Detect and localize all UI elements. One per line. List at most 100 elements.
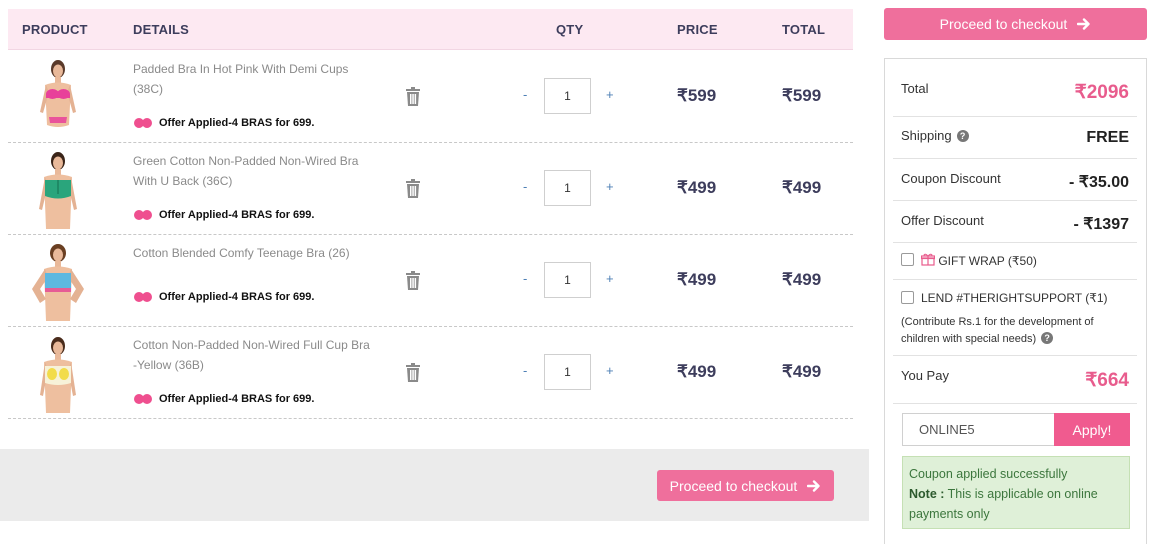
offer-dots-icon: [134, 394, 154, 404]
product-name[interactable]: Cotton Non-Padded Non-Wired Full Cup Bra…: [133, 335, 373, 375]
lend-note: (Contribute Rs.1 for the development of …: [901, 314, 1131, 348]
help-icon[interactable]: ?: [1041, 332, 1054, 344]
summary-shipping-row: Shipping? FREE: [893, 117, 1137, 159]
cart-row: Green Cotton Non-Padded Non-Wired Bra Wi…: [8, 143, 853, 235]
qty-decrease-button[interactable]: -: [523, 271, 527, 286]
gift-wrap-label-wrap[interactable]: GIFT WRAP (₹50): [920, 253, 1037, 268]
cart-row: Cotton Non-Padded Non-Wired Full Cup Bra…: [8, 327, 853, 419]
apply-coupon-button[interactable]: Apply!: [1054, 413, 1130, 446]
header-product: PRODUCT: [22, 22, 88, 37]
coupon-note: Note : This is applicable on online paym…: [909, 484, 1123, 524]
gift-wrap-label: GIFT WRAP (₹50): [938, 254, 1037, 268]
offer-text: Offer Applied-4 BRAS for 699.: [159, 209, 315, 221]
quantity-input[interactable]: [544, 262, 591, 298]
trash-icon[interactable]: [405, 363, 421, 382]
you-pay-value: ₹664: [1085, 370, 1129, 391]
item-total: ₹499: [782, 362, 822, 381]
product-image[interactable]: [28, 333, 88, 413]
shipping-value: FREE: [1086, 129, 1129, 146]
item-price: ₹499: [677, 270, 717, 289]
qty-increase-button[interactable]: +: [606, 363, 614, 378]
product-model-icon: [39, 152, 77, 229]
offer-discount-label: Offer Discount: [901, 213, 984, 228]
offer-dots-icon: [134, 210, 154, 220]
product-image[interactable]: [28, 241, 88, 321]
header-price: PRICE: [677, 22, 718, 37]
arrow-right-icon: [1077, 18, 1091, 30]
proceed-to-checkout-button-top[interactable]: Proceed to checkout: [884, 8, 1147, 40]
offer-dots-icon: [134, 118, 154, 128]
offer-applied: Offer Applied-4 BRAS for 699.: [134, 117, 314, 129]
product-name[interactable]: Green Cotton Non-Padded Non-Wired Bra Wi…: [133, 151, 373, 191]
summary-total-row: Total ₹2096: [893, 67, 1137, 117]
quantity-input[interactable]: [544, 354, 591, 390]
cart-row: Cotton Blended Comfy Teenage Bra (26) Of…: [8, 235, 853, 327]
item-price: ₹599: [677, 86, 717, 105]
shipping-label-wrap: Shipping?: [901, 128, 969, 143]
item-total: ₹599: [782, 86, 822, 105]
lend-note-text: (Contribute Rs.1 for the development of …: [901, 316, 1094, 345]
help-icon[interactable]: ?: [956, 130, 969, 142]
offer-discount-value: - ₹1397: [1073, 216, 1129, 233]
qty-increase-button[interactable]: +: [606, 87, 614, 102]
cart-row: Padded Bra In Hot Pink With Demi Cups (3…: [8, 51, 853, 143]
trash-icon[interactable]: [405, 87, 421, 106]
item-total: ₹499: [782, 178, 822, 197]
offer-text: Offer Applied-4 BRAS for 699.: [159, 393, 315, 405]
coupon-discount-label: Coupon Discount: [901, 171, 1001, 186]
header-total: TOTAL: [782, 22, 826, 37]
coupon-code-input[interactable]: [902, 413, 1054, 446]
offer-dots-icon: [134, 292, 154, 302]
order-summary: Total ₹2096 Shipping? FREE Coupon Discou…: [884, 58, 1147, 544]
trash-icon[interactable]: [405, 179, 421, 198]
gift-wrap-checkbox[interactable]: [901, 253, 914, 266]
total-value: ₹2096: [1074, 82, 1129, 103]
product-image[interactable]: [28, 57, 88, 137]
offer-text: Offer Applied-4 BRAS for 699.: [159, 291, 315, 303]
summary-you-pay-row: You Pay ₹664: [893, 356, 1137, 404]
coupon-success-alert: Coupon applied successfully Note : This …: [902, 456, 1130, 529]
total-label: Total: [901, 81, 929, 96]
lend-support-checkbox[interactable]: [901, 291, 914, 304]
summary-coupon-discount-row: Coupon Discount - ₹35.00: [893, 159, 1137, 201]
shipping-label: Shipping: [901, 128, 952, 143]
summary-lend-row: LEND #THERIGHTSUPPORT (₹1) (Contribute R…: [893, 280, 1137, 356]
success-message: Coupon applied successfully: [909, 467, 1068, 481]
header-qty: QTY: [556, 22, 584, 37]
qty-increase-button[interactable]: +: [606, 271, 614, 286]
trash-icon[interactable]: [405, 271, 421, 290]
item-total: ₹499: [782, 270, 822, 289]
product-name[interactable]: Cotton Blended Comfy Teenage Bra (26): [133, 243, 373, 263]
proceed-to-checkout-button-bottom[interactable]: Proceed to checkout: [657, 470, 834, 501]
item-price: ₹499: [677, 178, 717, 197]
summary-offer-discount-row: Offer Discount - ₹1397: [893, 201, 1137, 243]
summary-gift-wrap-row: GIFT WRAP (₹50): [893, 243, 1137, 280]
header-details: DETAILS: [133, 22, 190, 37]
quantity-input[interactable]: [544, 170, 591, 206]
offer-text: Offer Applied-4 BRAS for 699.: [159, 117, 315, 129]
qty-decrease-button[interactable]: -: [523, 179, 527, 194]
gift-icon: [920, 253, 936, 266]
checkout-label: Proceed to checkout: [939, 16, 1068, 32]
checkout-label: Proceed to checkout: [669, 477, 798, 494]
note-label: Note :: [909, 487, 945, 501]
qty-decrease-button[interactable]: -: [523, 363, 527, 378]
cart-table-header: PRODUCT DETAILS QTY PRICE TOTAL: [8, 9, 853, 50]
lend-support-label[interactable]: LEND #THERIGHTSUPPORT (₹1): [921, 291, 1108, 305]
quantity-input[interactable]: [544, 78, 591, 114]
arrow-right-icon: [807, 479, 821, 492]
cart-footer: Proceed to checkout: [0, 449, 869, 521]
offer-applied: Offer Applied-4 BRAS for 699.: [134, 291, 314, 303]
you-pay-label: You Pay: [901, 368, 949, 383]
offer-applied: Offer Applied-4 BRAS for 699.: [134, 209, 314, 221]
product-model-icon: [32, 244, 84, 321]
product-name[interactable]: Padded Bra In Hot Pink With Demi Cups (3…: [133, 59, 373, 99]
item-price: ₹499: [677, 362, 717, 381]
offer-applied: Offer Applied-4 BRAS for 699.: [134, 393, 314, 405]
coupon-discount-value: - ₹35.00: [1069, 174, 1129, 191]
product-image[interactable]: [28, 149, 88, 229]
product-model-icon: [40, 337, 76, 413]
qty-decrease-button[interactable]: -: [523, 87, 527, 102]
qty-increase-button[interactable]: +: [606, 179, 614, 194]
product-model-icon: [40, 60, 76, 127]
